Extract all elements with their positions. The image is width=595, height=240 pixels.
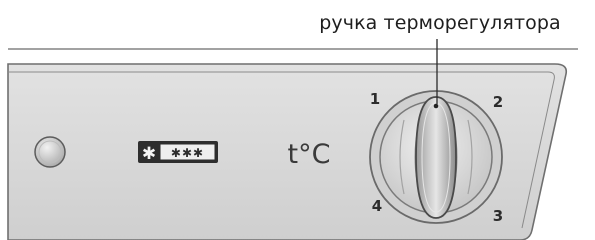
dial-position-1: 1	[370, 90, 380, 108]
power-button[interactable]	[34, 136, 66, 168]
dial-position-3: 3	[493, 207, 503, 225]
freezer-big-star: ✱	[142, 144, 156, 164]
dial-indicator-dot	[433, 103, 439, 109]
dial-position-2: 2	[493, 93, 503, 111]
freezer-star-badge: ✱ ✱✱✱	[138, 141, 218, 164]
thermostat-dial[interactable]	[369, 90, 503, 224]
temperature-label: t°C	[288, 139, 331, 170]
dial-position-4: 4	[372, 197, 382, 215]
freezer-small-stars: ✱✱✱	[171, 146, 204, 160]
